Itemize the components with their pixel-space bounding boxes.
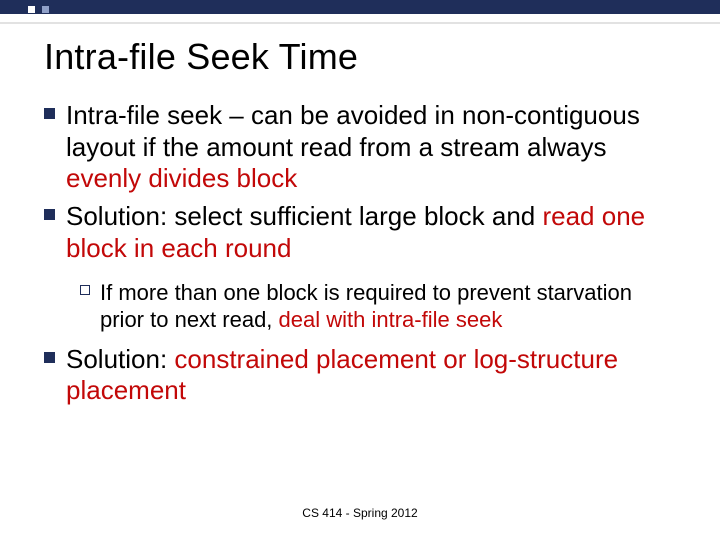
hollow-square-bullet-icon — [80, 279, 100, 334]
bullet-level1: Solution: select sufficient large block … — [44, 201, 676, 264]
highlight-text: evenly divides block — [66, 163, 297, 193]
slide-title: Intra-file Seek Time — [44, 36, 358, 78]
square-bullet-icon — [44, 344, 66, 407]
slide-footer: CS 414 - Spring 2012 — [0, 506, 720, 520]
top-band-decoration — [0, 0, 720, 14]
bullet-level1: Intra-file seek – can be avoided in non-… — [44, 100, 676, 195]
square-bullet-icon — [44, 201, 66, 264]
bullet-text: Solution: select sufficient large block … — [66, 201, 676, 264]
bullet-text: If more than one block is required to pr… — [100, 279, 676, 334]
bullet-level1: Solution: constrained placement or log-s… — [44, 344, 676, 407]
highlight-text: deal with intra-file seek — [279, 307, 503, 332]
bullet-text: Solution: constrained placement or log-s… — [66, 344, 676, 407]
slide: Intra-file Seek Time Intra-file seek – c… — [0, 0, 720, 540]
top-accent-line — [0, 14, 720, 24]
text-segment: Intra-file seek – can be avoided in non-… — [66, 100, 640, 162]
content-area: Intra-file seek – can be avoided in non-… — [44, 100, 676, 413]
bullet-text: Intra-file seek – can be avoided in non-… — [66, 100, 676, 195]
text-segment: Solution: select sufficient large block … — [66, 201, 542, 231]
text-segment: Solution: — [66, 344, 174, 374]
bullet-level2: If more than one block is required to pr… — [80, 279, 676, 334]
square-bullet-icon — [44, 100, 66, 195]
